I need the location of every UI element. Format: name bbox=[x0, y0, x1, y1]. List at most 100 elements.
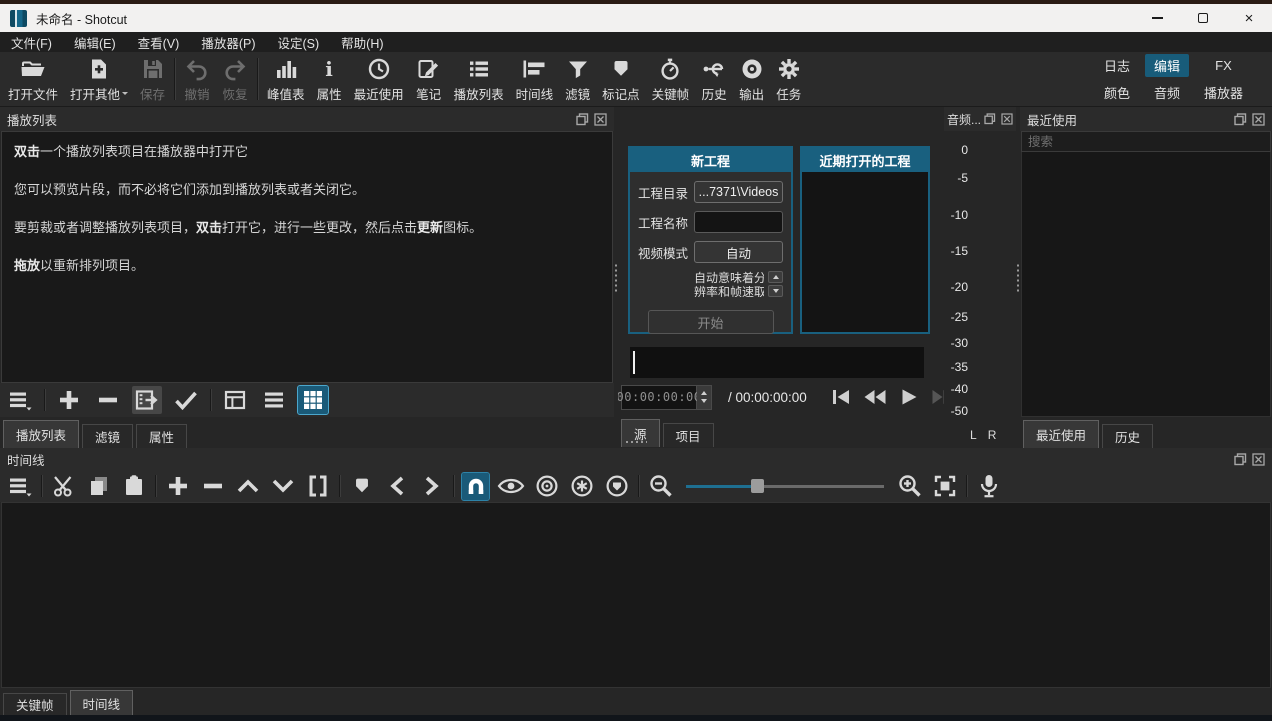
timeline-zoom-slider[interactable] bbox=[686, 473, 884, 499]
cut-button[interactable] bbox=[50, 473, 77, 500]
tab-playlist[interactable]: 播放列表 bbox=[3, 420, 79, 448]
playlist-remove-button[interactable] bbox=[93, 386, 123, 414]
ripple-trim-drop-button[interactable] bbox=[533, 473, 560, 500]
overwrite-button[interactable] bbox=[269, 473, 296, 500]
tab-history[interactable]: 历史 bbox=[1102, 424, 1153, 448]
menu-help[interactable]: 帮助(H) bbox=[330, 32, 394, 52]
playlist-detail-view-button[interactable] bbox=[220, 386, 250, 414]
horizontal-splitter-grip[interactable] bbox=[626, 441, 647, 443]
previous-marker-button[interactable] bbox=[383, 473, 410, 500]
float-panel-icon[interactable] bbox=[984, 113, 996, 125]
tab-project[interactable]: 项目 bbox=[663, 423, 714, 447]
recent-button[interactable]: 最近使用 bbox=[348, 53, 410, 105]
zoom-in-button[interactable] bbox=[896, 473, 923, 500]
project-name-field[interactable] bbox=[694, 211, 783, 233]
audio-peak-meter-panel: 音频... 0 -5 -10 -15 -20 -25 -30 -35 -40 -… bbox=[944, 107, 1016, 448]
tab-filters[interactable]: 滤镜 bbox=[82, 424, 133, 448]
markers-button[interactable]: 标记点 bbox=[596, 53, 646, 105]
maximize-button[interactable] bbox=[1180, 4, 1226, 32]
playlist-button[interactable]: 播放列表 bbox=[448, 53, 510, 105]
playlist-open-as-clip-button[interactable] bbox=[132, 386, 162, 414]
playlist-tile-view-button[interactable] bbox=[259, 386, 289, 414]
menu-edit[interactable]: 编辑(E) bbox=[63, 32, 127, 52]
export-button[interactable]: 输出 bbox=[733, 53, 770, 105]
tab-timeline[interactable]: 时间线 bbox=[70, 690, 134, 715]
note-scroll-up-button[interactable] bbox=[768, 271, 783, 283]
layout-audio-button[interactable]: 音频 bbox=[1145, 81, 1189, 104]
menu-settings[interactable]: 设定(S) bbox=[266, 32, 330, 52]
menu-player[interactable]: 播放器(P) bbox=[190, 32, 266, 52]
close-panel-icon[interactable] bbox=[1252, 113, 1265, 126]
properties-button[interactable]: i 属性 bbox=[311, 53, 348, 105]
ripple-all-tracks-button[interactable] bbox=[568, 473, 595, 500]
layout-player-button[interactable]: 播放器 bbox=[1195, 81, 1252, 104]
tab-keyframes[interactable]: 关键帧 bbox=[3, 693, 67, 715]
scrub-while-dragging-button[interactable] bbox=[497, 473, 525, 500]
snap-button[interactable] bbox=[462, 473, 489, 500]
layout-fx-button[interactable]: FX bbox=[1195, 54, 1252, 77]
recent-files-list[interactable] bbox=[1021, 152, 1271, 417]
timeline-menu-button[interactable] bbox=[6, 473, 33, 500]
close-panel-icon[interactable] bbox=[1001, 113, 1013, 125]
playlist-update-button[interactable] bbox=[171, 386, 201, 414]
float-panel-icon[interactable] bbox=[576, 113, 589, 126]
split-button[interactable] bbox=[304, 473, 331, 500]
record-audio-button[interactable] bbox=[975, 473, 1002, 500]
timecode-spinner[interactable] bbox=[697, 385, 712, 410]
ripple-markers-button[interactable] bbox=[603, 473, 630, 500]
append-button[interactable] bbox=[164, 473, 191, 500]
playhead[interactable] bbox=[633, 351, 635, 374]
skip-to-start-button[interactable] bbox=[824, 385, 858, 409]
float-panel-icon[interactable] bbox=[1234, 453, 1247, 466]
copy-button[interactable] bbox=[85, 473, 112, 500]
start-button[interactable]: 开始 bbox=[648, 310, 774, 334]
paste-button[interactable] bbox=[120, 473, 147, 500]
open-other-button[interactable]: 打开其他 bbox=[64, 53, 134, 105]
close-panel-icon[interactable] bbox=[594, 113, 607, 126]
timeline-button[interactable]: 时间线 bbox=[510, 53, 560, 105]
recent-projects-list[interactable] bbox=[802, 172, 928, 332]
create-marker-button[interactable] bbox=[348, 473, 375, 500]
undo-button[interactable]: 撤销 bbox=[178, 53, 216, 105]
playlist-menu-button[interactable] bbox=[5, 386, 35, 414]
slider-handle[interactable] bbox=[751, 479, 764, 493]
video-mode-button[interactable]: 自动 bbox=[694, 241, 783, 263]
history-button[interactable]: 历史 bbox=[695, 53, 733, 105]
project-folder-button[interactable]: ...7371\Videos bbox=[694, 181, 783, 203]
tab-properties[interactable]: 属性 bbox=[136, 424, 187, 448]
layout-logging-button[interactable]: 日志 bbox=[1095, 54, 1139, 77]
menu-view[interactable]: 查看(V) bbox=[127, 32, 191, 52]
rewind-button[interactable] bbox=[858, 385, 892, 409]
open-file-button[interactable]: 打开文件 bbox=[2, 53, 64, 105]
layout-color-button[interactable]: 颜色 bbox=[1095, 81, 1139, 104]
minimize-button[interactable] bbox=[1134, 4, 1180, 32]
playlist-add-button[interactable] bbox=[54, 386, 84, 414]
fast-forward-button[interactable] bbox=[926, 385, 944, 409]
ripple-delete-button[interactable] bbox=[199, 473, 226, 500]
search-input[interactable] bbox=[1021, 131, 1271, 152]
zoom-fit-button[interactable] bbox=[931, 473, 958, 500]
timecode-field[interactable]: 00:00:00:00 bbox=[621, 385, 697, 410]
zoom-out-button[interactable] bbox=[647, 473, 674, 500]
timeline-tracks-area[interactable] bbox=[1, 502, 1271, 688]
next-marker-button[interactable] bbox=[418, 473, 445, 500]
filters-button[interactable]: 滤镜 bbox=[559, 53, 596, 105]
save-button[interactable]: 保存 bbox=[134, 53, 171, 105]
play-button[interactable] bbox=[892, 385, 926, 409]
redo-button[interactable]: 恢复 bbox=[216, 53, 254, 105]
close-button[interactable]: × bbox=[1226, 4, 1272, 32]
menu-file[interactable]: 文件(F) bbox=[0, 32, 63, 52]
keyframes-button[interactable]: 关键帧 bbox=[646, 53, 696, 105]
layout-editing-button[interactable]: 编辑 bbox=[1145, 54, 1189, 77]
vertical-splitter[interactable] bbox=[1016, 107, 1020, 448]
playlist-icon-view-button[interactable] bbox=[298, 386, 328, 414]
float-panel-icon[interactable] bbox=[1234, 113, 1247, 126]
peak-meter-button[interactable]: 峰值表 bbox=[261, 53, 311, 105]
lift-button[interactable] bbox=[234, 473, 261, 500]
jobs-button[interactable]: 任务 bbox=[770, 53, 807, 105]
tab-recent[interactable]: 最近使用 bbox=[1023, 420, 1099, 448]
notes-button[interactable]: 笔记 bbox=[410, 53, 448, 105]
player-seek-bar[interactable] bbox=[630, 347, 924, 378]
note-scroll-down-button[interactable] bbox=[768, 285, 783, 297]
close-panel-icon[interactable] bbox=[1252, 453, 1265, 466]
